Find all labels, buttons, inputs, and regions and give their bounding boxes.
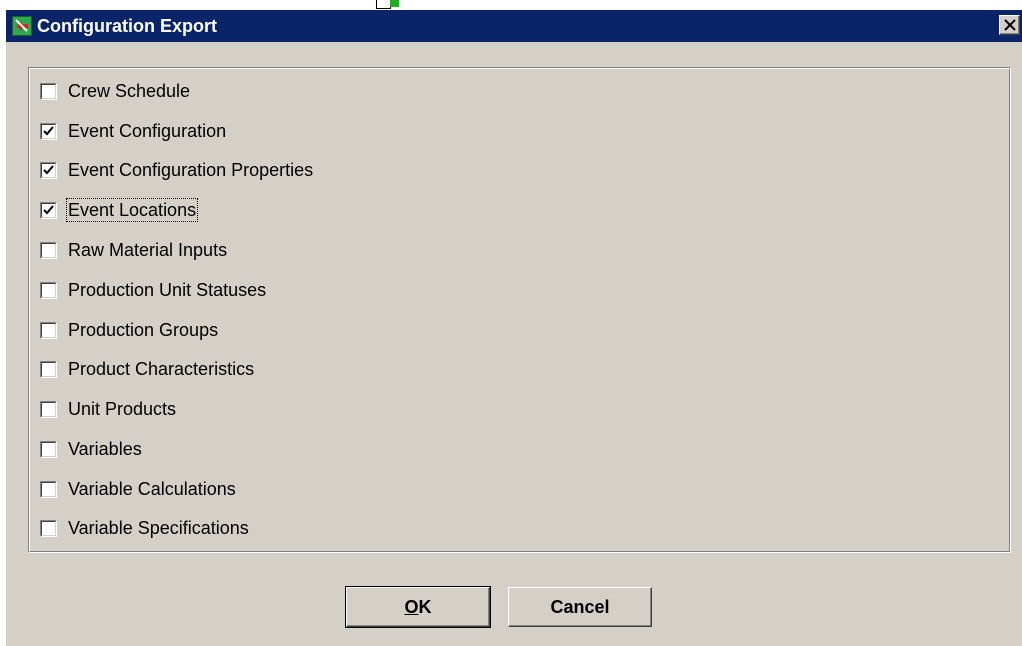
option-unit-products[interactable]: Unit Products	[40, 396, 177, 422]
option-event-locations[interactable]: Event Locations	[40, 197, 199, 223]
checkbox[interactable]	[40, 321, 57, 339]
title-bar[interactable]: Configuration Export	[6, 10, 1022, 42]
background-window-fragment	[0, 0, 1022, 10]
checkbox-label: Product Characteristics	[68, 359, 255, 379]
checkbox[interactable]	[40, 241, 57, 259]
ok-button[interactable]: OK	[345, 586, 491, 628]
option-variable-calculations[interactable]: Variable Calculations	[40, 476, 237, 502]
checkmark-icon	[43, 125, 54, 135]
checkbox[interactable]	[40, 82, 57, 100]
export-app-icon	[12, 16, 32, 36]
checkbox[interactable]	[40, 400, 57, 418]
checkbox-label: Production Unit Statuses	[68, 280, 267, 300]
ok-mnemonic: O	[404, 597, 419, 617]
checkbox-label: Event Locations	[65, 198, 199, 222]
option-product-characteristics[interactable]: Product Characteristics	[40, 356, 255, 382]
option-production-groups[interactable]: Production Groups	[40, 317, 219, 343]
option-crew-schedule[interactable]: Crew Schedule	[40, 78, 191, 104]
option-variable-specifications[interactable]: Variable Specifications	[40, 515, 250, 541]
export-options-group: Crew Schedule Event Configuration Event …	[28, 67, 1011, 553]
ok-label-rest: K	[418, 597, 432, 617]
dialog-title: Configuration Export	[37, 16, 217, 36]
checkbox[interactable]	[40, 440, 57, 458]
checkbox[interactable]	[40, 161, 57, 179]
close-icon	[1004, 19, 1016, 31]
checkbox-label: Crew Schedule	[68, 81, 191, 101]
checkbox-label: Event Configuration	[68, 121, 227, 141]
checkbox-label: Variable Specifications	[68, 518, 249, 538]
checkbox-label: Event Configuration Properties	[68, 160, 314, 180]
checkbox[interactable]	[40, 480, 57, 498]
configuration-export-dialog: Configuration Export Crew Schedule Event…	[5, 10, 1022, 646]
option-variables[interactable]: Variables	[40, 436, 143, 462]
option-event-configuration[interactable]: Event Configuration	[40, 118, 227, 144]
close-button[interactable]	[999, 15, 1020, 35]
background-window-icon	[376, 0, 399, 9]
checkbox[interactable]	[40, 281, 57, 299]
checkmark-icon	[43, 204, 54, 214]
checkbox-label: Unit Products	[68, 399, 177, 419]
checkbox-label: Variable Calculations	[68, 479, 236, 499]
option-raw-material-inputs[interactable]: Raw Material Inputs	[40, 237, 228, 263]
checkbox-label: Production Groups	[68, 320, 219, 340]
option-event-configuration-properties[interactable]: Event Configuration Properties	[40, 157, 314, 183]
cancel-button[interactable]: Cancel	[508, 587, 652, 627]
checkbox-label: Variables	[68, 439, 142, 459]
checkbox-label: Raw Material Inputs	[68, 240, 228, 260]
checkmark-icon	[43, 164, 54, 174]
checkbox[interactable]	[40, 360, 57, 378]
checkbox[interactable]	[40, 519, 57, 537]
checkbox[interactable]	[40, 201, 57, 219]
checkbox[interactable]	[40, 122, 57, 140]
export-options-panel: Crew Schedule Event Configuration Event …	[29, 68, 1010, 552]
option-production-unit-statuses[interactable]: Production Unit Statuses	[40, 277, 267, 303]
